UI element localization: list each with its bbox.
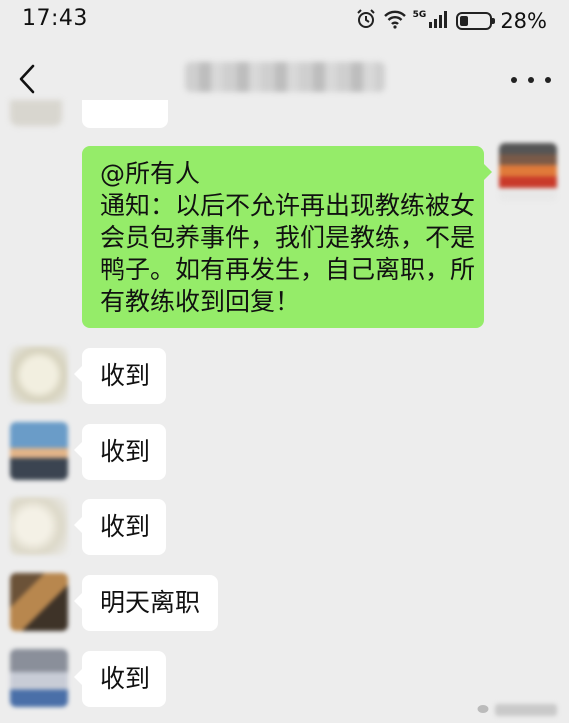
message-line: @所有人 <box>100 159 201 188</box>
avatar-member-2[interactable] <box>10 422 68 480</box>
message-text: 收到 <box>100 512 151 541</box>
message-text: 明天离职 <box>100 588 201 617</box>
battery-level <box>460 16 469 26</box>
incoming-message-bubble[interactable]: 收到 <box>74 651 166 707</box>
message-line: 会员包养事件，我们是教练，不是 <box>100 223 476 252</box>
message-text: 收到 <box>100 437 151 466</box>
more-button[interactable] <box>511 66 551 94</box>
incoming-message-bubble[interactable]: 收到 <box>74 424 166 480</box>
back-button[interactable] <box>10 60 44 98</box>
avatar-partial[interactable] <box>10 100 62 126</box>
status-bar: 17:43 5G 28% <box>0 0 569 44</box>
message-bubble-partial <box>82 100 168 128</box>
message-line: 鸭子。如有再发生，自己离职，所 <box>100 255 476 284</box>
alarm-icon <box>355 8 377 34</box>
status-icons: 5G 28% <box>355 8 547 34</box>
message-line: 有教练收到回复！ <box>100 287 301 316</box>
chevron-left-icon <box>19 64 35 94</box>
status-time: 17:43 <box>22 6 88 31</box>
incoming-message-bubble[interactable]: 收到 <box>74 348 166 404</box>
battery-percent: 28% <box>500 9 547 33</box>
incoming-message-bubble[interactable]: 收到 <box>74 499 166 555</box>
watermark <box>477 702 557 717</box>
avatar-member-1[interactable] <box>10 346 68 404</box>
message-text: 收到 <box>100 664 151 693</box>
avatar-member-4[interactable] <box>10 573 68 631</box>
message-line: 通知：以后不允许再出现教练被女 <box>100 191 476 220</box>
more-dots-icon <box>511 77 517 83</box>
battery-icon <box>456 12 496 30</box>
avatar-member-5[interactable] <box>10 649 68 707</box>
wifi-icon <box>383 9 407 33</box>
watermark-text-redacted <box>495 703 557 716</box>
message-text: 收到 <box>100 361 151 390</box>
incoming-message-bubble[interactable]: 明天离职 <box>74 575 218 631</box>
outgoing-message-bubble[interactable]: @所有人 通知：以后不允许再出现教练被女 会员包养事件，我们是教练，不是 鸭子。… <box>82 146 492 328</box>
network-type: 5G <box>412 10 427 20</box>
signal-icon <box>428 9 450 33</box>
weibo-icon <box>477 702 491 717</box>
avatar-member-3[interactable] <box>10 497 68 555</box>
chat-title-redacted <box>185 62 385 92</box>
avatar-self[interactable] <box>499 143 557 201</box>
